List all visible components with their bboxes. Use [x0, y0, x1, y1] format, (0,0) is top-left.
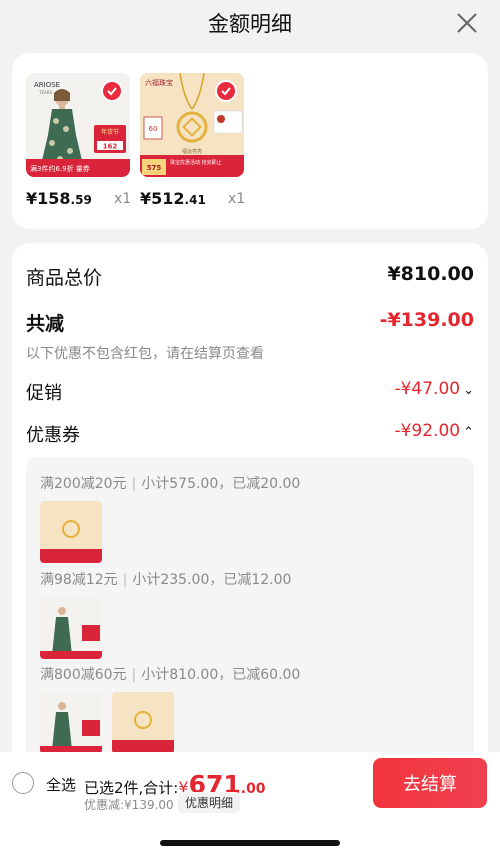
- coupon-line: 满98减12元 | 小计235.00，已减12.00: [40, 572, 292, 588]
- product-price: ¥512.41: [140, 189, 206, 208]
- coupon-detail: 小计235.00，已减12.00: [132, 572, 292, 588]
- product-price: ¥158.59: [26, 189, 92, 208]
- discount-amount: 优惠减:¥139.00: [84, 798, 174, 812]
- coupon-details: 满200减20元 | 小计575.00，已减20.00 满98减12元 | 小计235.…: [26, 457, 474, 787]
- home-indicator[interactable]: [160, 840, 340, 846]
- product-badge: 年货节: [101, 128, 119, 136]
- product-cert: 60: [149, 125, 158, 133]
- coupon-value: -¥92.00: [394, 421, 461, 441]
- coupon-label: 优惠券: [26, 425, 80, 446]
- coupon-product-thumb[interactable]: [112, 692, 174, 754]
- discount-detail-button[interactable]: 优惠明细: [178, 792, 241, 813]
- coupon-value-wrap: -¥92.00 ⌃: [394, 421, 474, 441]
- checkout-bar: 全选 已选2件,合计:¥671.00 优惠减:¥139.00 优惠明细 去结算: [0, 752, 500, 857]
- coupon-detail: 小计575.00，已减20.00: [141, 476, 301, 492]
- select-all-radio[interactable]: [12, 772, 34, 794]
- page-title: 金额明细: [208, 12, 292, 36]
- product-brand: ARIOSE: [34, 81, 60, 89]
- coupon-rule: 满800减60元: [40, 667, 127, 683]
- promo-value-wrap: -¥47.00 ⌄: [394, 379, 474, 399]
- coupon-rule: 满200减20元: [40, 476, 127, 492]
- price-integer: ¥158: [26, 189, 71, 208]
- chevron-down-icon[interactable]: ⌄: [463, 383, 474, 398]
- product-promo-price: 575: [147, 164, 162, 172]
- price-decimal: .41: [184, 193, 206, 207]
- amount-detail-card: 商品总价 ¥810.00 共减 -¥139.00 以下优惠不包含红包，请在结算页…: [12, 243, 488, 803]
- product-brand-sub: TEARS: [38, 90, 52, 95]
- total-label: 商品总价: [26, 267, 103, 289]
- product-promo: 珠宝优惠活动 抢完即止: [170, 159, 222, 166]
- checked-icon[interactable]: [215, 80, 237, 102]
- select-all-label[interactable]: 全选: [46, 774, 76, 795]
- product-promo: 满3件约6.9折 量券: [30, 164, 90, 173]
- promo-value: -¥47.00: [394, 379, 461, 399]
- reduce-value: -¥139.00: [379, 309, 474, 331]
- promo-label: 促销: [26, 383, 62, 404]
- product-image-pendant[interactable]: 六福珠宝 福运亮亮 60 575 珠宝优惠活动 抢完即止: [140, 73, 244, 177]
- discount-note: 以下优惠不包含红包，请在结算页查看: [26, 346, 264, 362]
- total-row: 商品总价 ¥810.00: [26, 263, 474, 293]
- total-decimal: .00: [240, 781, 266, 797]
- product-quantity: x1: [114, 191, 132, 207]
- price-integer: ¥512: [140, 189, 185, 208]
- coupon-detail: 小计810.00，已减60.00: [141, 667, 301, 683]
- coupon-line: 满800减60元 | 小计810.00，已减60.00: [40, 667, 301, 683]
- coupon-product-thumb[interactable]: [40, 692, 102, 754]
- checkout-button[interactable]: 去结算: [373, 758, 487, 808]
- total-value: ¥810.00: [387, 263, 474, 285]
- product-tag: 福运亮亮: [182, 148, 202, 155]
- coupon-product-thumb[interactable]: [40, 597, 102, 659]
- products-card: ARIOSE TEARS 年货节 162 满3件约6.9折 量券 ¥158.59…: [12, 53, 488, 229]
- header: 金额明细: [0, 0, 500, 46]
- product-item-dress[interactable]: ARIOSE TEARS 年货节 162 满3件约6.9折 量券 ¥158.59…: [26, 73, 132, 213]
- checked-icon[interactable]: [101, 80, 123, 102]
- promo-row[interactable]: 促销 -¥47.00 ⌄: [26, 379, 474, 409]
- product-quantity: x1: [228, 191, 246, 207]
- price-decimal: .59: [70, 193, 92, 207]
- product-brand: 六福珠宝: [145, 78, 173, 87]
- product-image-dress[interactable]: ARIOSE TEARS 年货节 162 满3件约6.9折 量券: [26, 73, 130, 177]
- coupon-line: 满200减20元 | 小计575.00，已减20.00: [40, 476, 301, 492]
- coupon-rule: 满98减12元: [40, 572, 118, 588]
- reduce-label: 共减: [26, 313, 65, 335]
- coupon-row[interactable]: 优惠券 -¥92.00 ⌃: [26, 421, 474, 451]
- coupon-product-thumb[interactable]: [40, 501, 102, 563]
- product-item-pendant[interactable]: 六福珠宝 福运亮亮 60 575 珠宝优惠活动 抢完即止 ¥512.41 x1: [140, 73, 246, 213]
- product-badge-price: 162: [103, 143, 118, 151]
- reduce-row: 共减 -¥139.00: [26, 309, 474, 339]
- chevron-up-icon[interactable]: ⌃: [463, 425, 474, 440]
- close-icon[interactable]: [454, 10, 480, 36]
- selected-count-text: 已选2件,合计:: [84, 779, 179, 797]
